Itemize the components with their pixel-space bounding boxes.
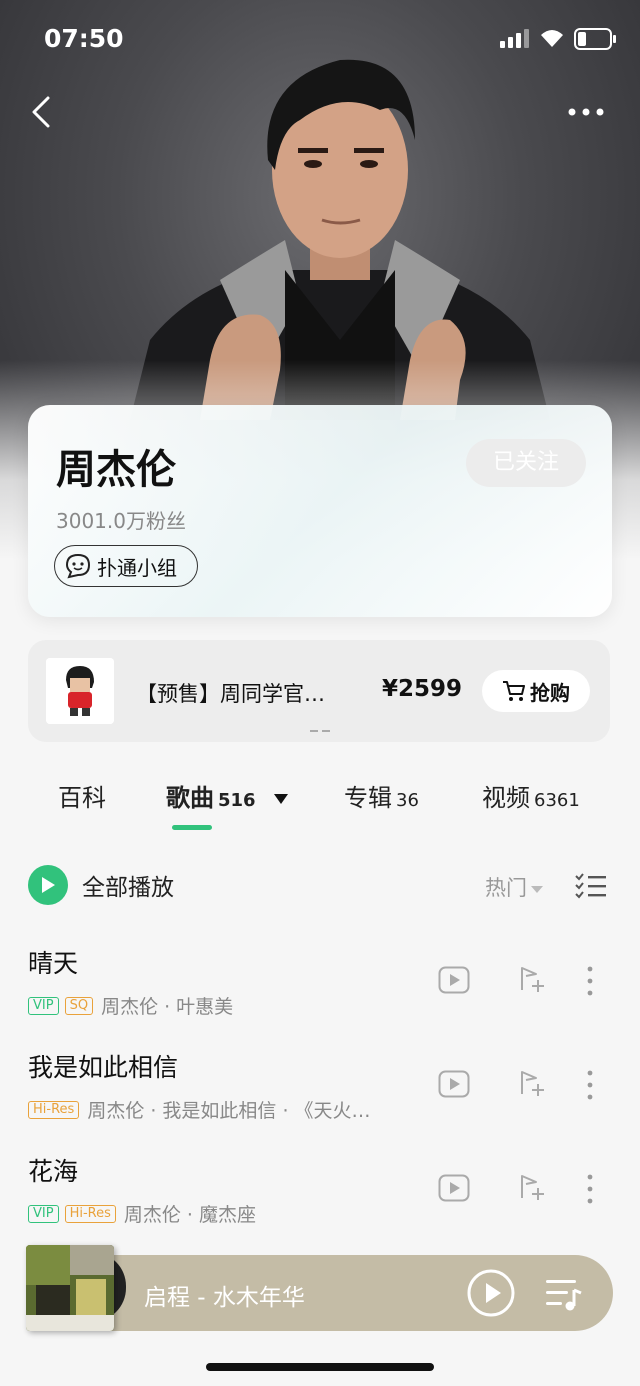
play-pause-icon[interactable] <box>466 1268 516 1318</box>
mv-play-icon[interactable] <box>438 1070 470 1098</box>
artist-tabs: 百科 歌曲 516 专辑 36 视频 6361 <box>0 778 640 838</box>
merch-product-image <box>46 658 114 724</box>
now-playing-cover[interactable] <box>26 1245 114 1331</box>
sort-dropdown[interactable]: 热门 <box>485 872 543 902</box>
sort-label: 热门 <box>485 876 527 900</box>
tab-songs[interactable]: 歌曲 516 <box>166 778 288 813</box>
song-artist-album: 周杰伦 · 魔杰座 <box>123 1204 257 1226</box>
song-more-icon[interactable] <box>580 1068 600 1102</box>
home-indicator[interactable] <box>206 1363 434 1371</box>
song-count: 516 <box>218 790 256 811</box>
album-count: 36 <box>396 790 419 811</box>
playlist-queue-icon[interactable] <box>544 1276 584 1312</box>
follower-count: 3001.0万粉丝 <box>56 509 186 533</box>
vip-badge: VIP <box>28 996 59 1015</box>
song-artist-album: 周杰伦 · 叶惠美 <box>101 996 234 1018</box>
fan-group-button[interactable]: 扑通小组 <box>54 545 198 587</box>
cart-icon <box>503 681 525 701</box>
song-row[interactable]: 花海 VIP Hi-Res 周杰伦 · 魔杰座 <box>0 1152 640 1252</box>
active-tab-indicator <box>172 825 212 830</box>
artist-name: 周杰伦 <box>56 447 176 493</box>
song-meta: VIP Hi-Res 周杰伦 · 魔杰座 <box>28 1200 256 1227</box>
add-to-playlist-icon[interactable] <box>516 1172 546 1204</box>
artist-info-card: 周杰伦 3001.0万粉丝 已关注 扑通小组 <box>28 405 612 617</box>
play-all-icon <box>28 865 68 905</box>
now-playing-title: 启程 - 水木年华 <box>144 1285 305 1311</box>
song-meta: Hi-Res 周杰伦 · 我是如此相信 · 《天火… <box>28 1096 371 1123</box>
song-meta: VIP SQ 周杰伦 · 叶惠美 <box>28 992 233 1019</box>
tab-videos[interactable]: 视频 6361 <box>482 778 580 813</box>
status-time: 07:50 <box>44 24 124 53</box>
song-more-icon[interactable] <box>580 1172 600 1206</box>
song-artist-album: 周杰伦 · 我是如此相信 · 《天火… <box>87 1100 371 1122</box>
merch-title: 【预售】周同学官… <box>136 682 325 706</box>
fan-group-label: 扑通小组 <box>97 555 177 580</box>
caret-down-icon <box>273 794 288 804</box>
signal-icon <box>500 29 529 48</box>
vip-badge: VIP <box>28 1204 59 1223</box>
multi-select-icon[interactable] <box>574 872 608 900</box>
tab-encyclopedia[interactable]: 百科 <box>58 778 106 813</box>
song-row[interactable]: 晴天 VIP SQ 周杰伦 · 叶惠美 <box>0 944 640 1044</box>
hires-badge: Hi-Res <box>28 1100 80 1119</box>
add-to-playlist-icon[interactable] <box>516 1068 546 1100</box>
more-options-icon[interactable] <box>564 100 608 124</box>
sq-badge: SQ <box>64 996 94 1015</box>
mv-play-icon[interactable] <box>438 1174 470 1202</box>
buy-now-label: 抢购 <box>530 680 570 705</box>
song-row[interactable]: 我是如此相信 Hi-Res 周杰伦 · 我是如此相信 · 《天火… <box>0 1048 640 1148</box>
play-all-button[interactable]: 全部播放 <box>28 865 174 905</box>
song-title: 花海 <box>28 1157 79 1186</box>
wifi-icon <box>541 30 563 47</box>
play-all-label: 全部播放 <box>82 875 174 901</box>
video-count: 6361 <box>534 790 580 811</box>
tab-albums[interactable]: 专辑 36 <box>344 778 419 813</box>
chat-bubble-icon <box>65 553 91 579</box>
song-more-icon[interactable] <box>580 964 600 998</box>
merch-promo-banner[interactable]: 【预售】周同学官… ¥2599 抢购 <box>28 640 610 742</box>
song-title: 晴天 <box>28 949 79 978</box>
carousel-indicator <box>310 730 330 733</box>
merch-price: ¥2599 <box>382 676 463 702</box>
mv-play-icon[interactable] <box>438 966 470 994</box>
status-bar: 07:50 <box>0 0 640 80</box>
hires-badge: Hi-Res <box>64 1204 116 1223</box>
buy-now-button[interactable]: 抢购 <box>482 670 590 712</box>
song-title: 我是如此相信 <box>28 1053 179 1082</box>
follow-button[interactable]: 已关注 <box>466 439 586 487</box>
sort-caret-icon <box>531 885 543 893</box>
battery-icon <box>574 28 616 50</box>
add-to-playlist-icon[interactable] <box>516 964 546 996</box>
back-icon[interactable] <box>24 92 64 132</box>
